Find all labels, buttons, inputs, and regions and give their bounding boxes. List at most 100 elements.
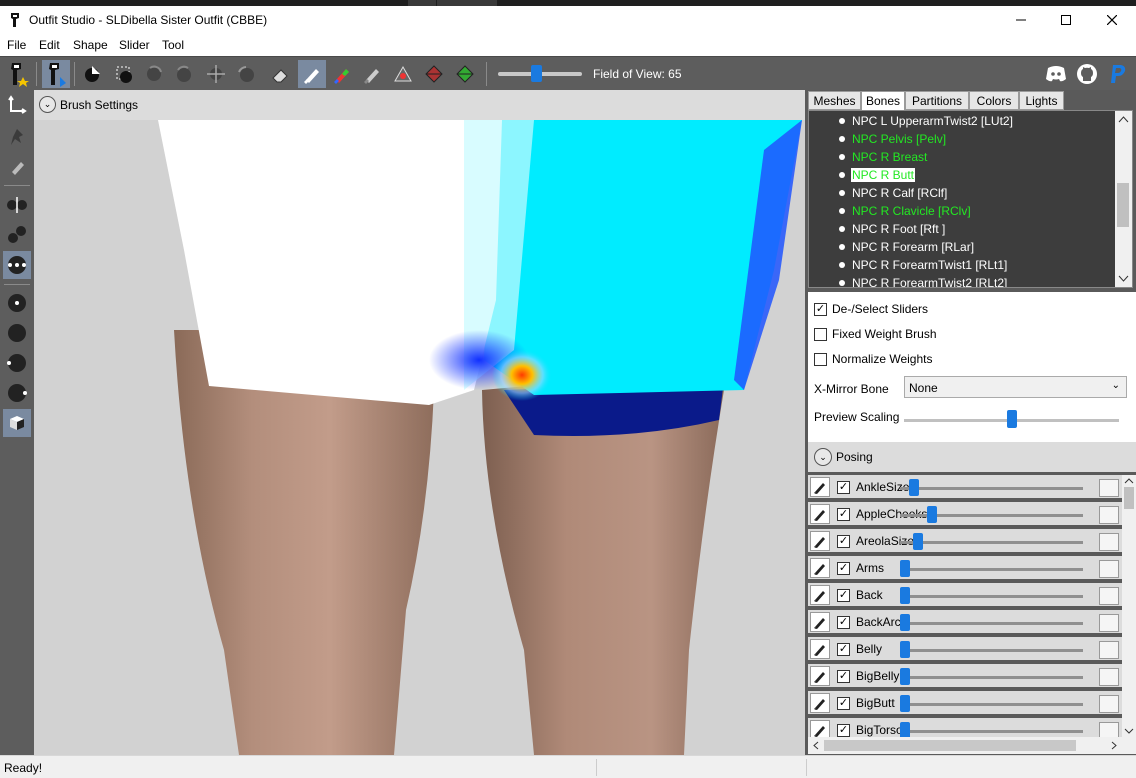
slider-handle[interactable] <box>900 587 910 604</box>
vertex-dot-4-button[interactable] <box>3 379 31 407</box>
brush-settings-bar[interactable]: ⌄ Brush Settings <box>34 90 805 120</box>
slider-value-field[interactable] <box>1099 614 1119 632</box>
brush-mode-3-button[interactable] <box>3 251 31 279</box>
slider-value-field[interactable] <box>1099 506 1119 524</box>
menu-shape[interactable]: Shape <box>73 38 108 52</box>
slider-checkbox[interactable]: ✓ <box>837 481 850 494</box>
slider-track[interactable] <box>900 649 1083 652</box>
slider-list-scrollbar[interactable] <box>1122 475 1136 737</box>
collision-tool-button[interactable] <box>389 60 417 88</box>
edit-slider-button[interactable] <box>810 531 830 551</box>
scroll-up-icon[interactable] <box>1115 113 1132 127</box>
preview-scaling-handle[interactable] <box>1006 410 1017 428</box>
slider-handle[interactable] <box>900 695 910 712</box>
posing-bar[interactable]: ⌄ Posing <box>808 442 1136 472</box>
tab-meshes[interactable]: Meshes <box>808 91 861 110</box>
anchor-tool-button[interactable] <box>78 60 106 88</box>
deselect-sliders-row[interactable]: ✓ De-/Select Sliders <box>814 300 928 318</box>
bone-item[interactable]: NPC R ForearmTwist2 [RLt2] <box>809 274 1109 287</box>
slider-handle[interactable] <box>912 533 923 550</box>
menu-edit[interactable]: Edit <box>39 38 60 52</box>
discord-button[interactable] <box>1042 60 1070 88</box>
diamond-down-button[interactable] <box>451 60 479 88</box>
slider-value-field[interactable] <box>1099 722 1119 737</box>
slider-value-field[interactable] <box>1099 533 1119 551</box>
bone-item[interactable]: NPC R Butt <box>809 166 1109 184</box>
transform-button[interactable] <box>3 91 31 119</box>
menu-tool[interactable]: Tool <box>162 38 184 52</box>
move-tool-button[interactable] <box>202 60 230 88</box>
bone-item[interactable]: NPC R Forearm [RLar] <box>809 238 1109 256</box>
edit-slider-button[interactable] <box>810 666 830 686</box>
diamond-up-button[interactable] <box>420 60 448 88</box>
edit-slider-button[interactable] <box>810 720 830 737</box>
scroll-right-icon[interactable] <box>1108 737 1120 754</box>
bone-item[interactable]: NPC L UpperarmTwist2 [LUt2] <box>809 112 1109 130</box>
mask-tool-button[interactable] <box>110 60 138 88</box>
edit-slider-button[interactable] <box>810 504 830 524</box>
slider-checkbox[interactable]: ✓ <box>837 670 850 683</box>
edit-slider-button[interactable] <box>810 639 830 659</box>
fov-slider-handle[interactable] <box>531 65 542 82</box>
slider-handle[interactable] <box>927 506 938 523</box>
deflate-tool-button[interactable] <box>170 60 198 88</box>
github-button[interactable] <box>1073 60 1101 88</box>
3d-viewport[interactable]: ⌄ Brush Settings <box>34 90 805 755</box>
cube-button[interactable] <box>3 409 31 437</box>
pivot-button[interactable] <box>3 123 31 151</box>
slider-value-field[interactable] <box>1099 641 1119 659</box>
bone-item[interactable]: NPC Pelvis [Pelv] <box>809 130 1109 148</box>
normalize-weights-checkbox[interactable] <box>814 352 827 366</box>
color-paint-button[interactable] <box>328 60 356 88</box>
bone-list[interactable]: NPC L UpperarmTwist2 [LUt2] NPC Pelvis [P… <box>808 110 1133 288</box>
bone-item[interactable]: NPC R ForearmTwist1 [RLt1] <box>809 256 1109 274</box>
edit-slider-button[interactable] <box>810 612 830 632</box>
slider-handle[interactable] <box>900 641 910 658</box>
scroll-up-icon[interactable] <box>1122 476 1136 486</box>
slider-checkbox[interactable]: ✓ <box>837 562 850 575</box>
slider-handle[interactable] <box>900 668 910 685</box>
chevron-down-icon[interactable]: ⌄ <box>814 448 832 466</box>
tab-colors[interactable]: Colors <box>969 91 1019 110</box>
slider-checkbox[interactable]: ✓ <box>837 697 850 710</box>
deselect-sliders-checkbox[interactable]: ✓ <box>814 302 827 316</box>
bone-item[interactable]: NPC R Foot [Rft ] <box>809 220 1109 238</box>
close-button[interactable] <box>1089 6 1135 34</box>
slider-checkbox[interactable]: ✓ <box>837 508 850 521</box>
scroll-down-icon[interactable] <box>1122 726 1136 736</box>
maximize-button[interactable] <box>1043 6 1089 34</box>
slider-track[interactable] <box>900 622 1083 625</box>
vertex-dot-1-button[interactable] <box>3 289 31 317</box>
bone-item[interactable]: NPC R Calf [RClf] <box>809 184 1109 202</box>
slider-track[interactable] <box>900 703 1083 706</box>
tab-partitions[interactable]: Partitions <box>905 91 969 110</box>
slider-track[interactable] <box>900 487 1083 490</box>
slider-track[interactable] <box>900 541 1083 544</box>
scrollbar-thumb[interactable] <box>824 740 1076 751</box>
slider-track[interactable] <box>900 595 1083 598</box>
vertex-dot-3-button[interactable] <box>3 349 31 377</box>
tab-lights[interactable]: Lights <box>1019 91 1064 110</box>
slider-checkbox[interactable]: ✓ <box>837 616 850 629</box>
edit-slider-button[interactable] <box>810 558 830 578</box>
chevron-down-icon[interactable]: ⌄ <box>39 96 56 113</box>
slider-track[interactable] <box>900 676 1083 679</box>
undiff-tool-button[interactable] <box>266 60 294 88</box>
minimize-button[interactable] <box>998 6 1044 34</box>
vertex-select-button[interactable] <box>3 153 31 181</box>
scrollbar-thumb[interactable] <box>1124 487 1134 509</box>
edit-slider-button[interactable] <box>810 585 830 605</box>
menu-slider[interactable]: Slider <box>119 38 150 52</box>
slider-handle[interactable] <box>900 560 910 577</box>
scrollbar-thumb[interactable] <box>1117 183 1129 227</box>
fixed-weight-checkbox[interactable] <box>814 327 827 341</box>
brush-mode-2-button[interactable] <box>3 221 31 249</box>
slider-checkbox[interactable]: ✓ <box>837 535 850 548</box>
slider-value-field[interactable] <box>1099 587 1119 605</box>
slider-checkbox[interactable]: ✓ <box>837 643 850 656</box>
slider-handle[interactable] <box>900 614 910 631</box>
bone-item[interactable]: NPC R Clavicle [RClv] <box>809 202 1109 220</box>
smooth-tool-button[interactable] <box>232 60 260 88</box>
slider-value-field[interactable] <box>1099 695 1119 713</box>
scroll-left-icon[interactable] <box>810 737 822 754</box>
